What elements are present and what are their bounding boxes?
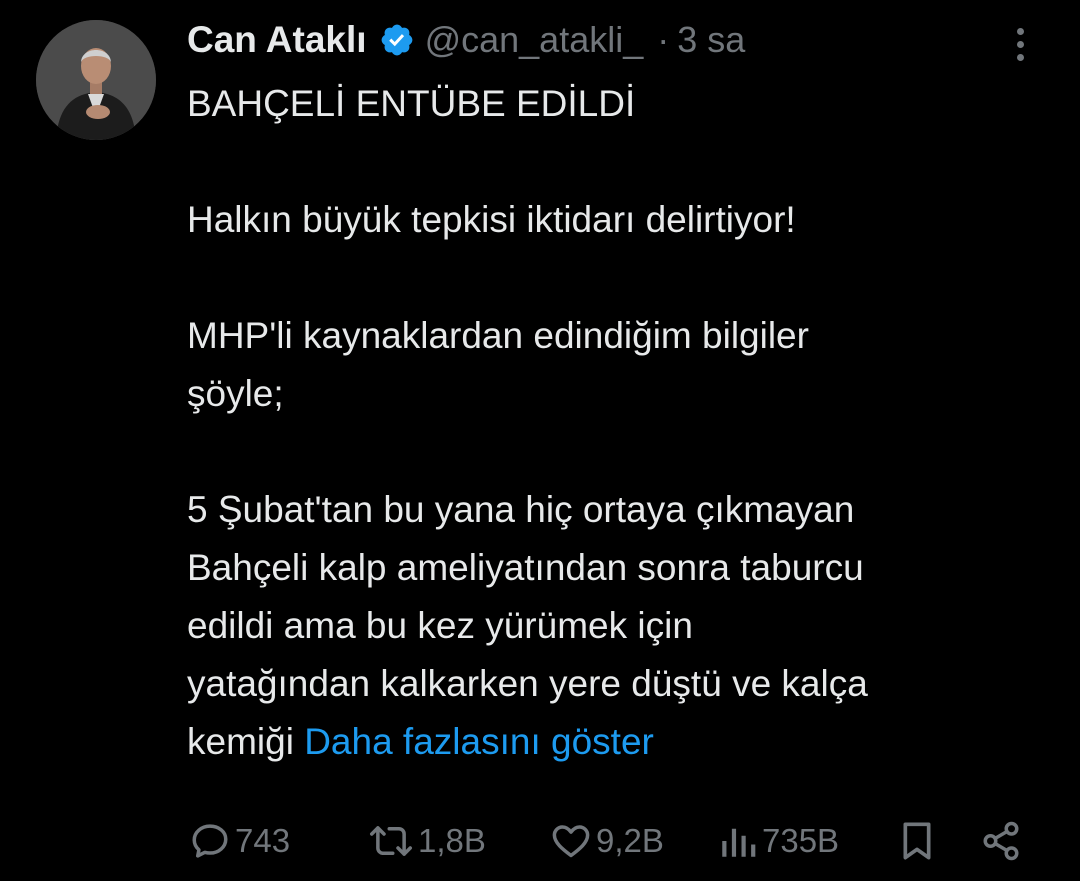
tweet[interactable]: Can Ataklı @can_atakli_ · 3 sa BAHÇELİ E… [0,0,1080,881]
tweet-text-line: edildi ama bu kez yürümek için [187,605,693,646]
separator-dot: · [657,19,670,60]
like-button[interactable]: 9,2B [550,812,664,870]
more-options-icon[interactable] [1004,20,1036,68]
tweet-text-line: yatağından kalkarken yere düştü ve kalça [187,663,868,704]
avatar[interactable] [36,20,156,140]
retweet-icon [370,826,412,856]
tweet-text-line: MHP'li kaynaklardan edindiğim bilgiler [187,315,809,356]
tweet-header: Can Ataklı @can_atakli_ · 3 sa [187,14,745,66]
author-display-name[interactable]: Can Ataklı [187,19,367,61]
reply-count: 743 [235,822,291,859]
tweet-text-line: Bahçeli kalp ameliyatından sonra taburcu [187,547,864,588]
tweet-text-line: şöyle; [187,373,284,414]
retweet-button[interactable]: 1,8B [368,812,486,870]
views-count: 735B [762,822,840,859]
like-icon [552,825,590,858]
retweet-count: 1,8B [418,822,486,859]
action-bar: 743 1,8B 9,2B 735B [0,812,1080,870]
author-handle[interactable]: @can_atakli_ [425,19,644,61]
avatar-photo [36,20,156,140]
tweet-text: BAHÇELİ ENTÜBE EDİLDİ Halkın büyük tepki… [187,75,1067,771]
views-button[interactable]: 735B [718,812,839,870]
views-icon [722,828,756,857]
verified-badge-icon[interactable] [379,22,415,58]
tweet-text-line: 5 Şubat'tan bu yana hiç ortaya çıkmayan [187,489,855,530]
tweet-text-line: BAHÇELİ ENTÜBE EDİLDİ [187,83,636,124]
tweet-text-line: Halkın büyük tepkisi iktidarı delirtiyor… [187,199,796,240]
reply-button[interactable]: 743 [189,812,290,870]
share-button[interactable] [980,812,1022,870]
bookmark-icon [903,822,931,860]
tweet-text-last-line: kemiği Daha fazlasını göster [187,713,1067,771]
tweet-timestamp[interactable]: 3 sa [677,19,745,61]
tweet-text-fragment: kemiği [187,721,294,762]
like-count: 9,2B [596,822,664,859]
show-more-link[interactable]: Daha fazlasını göster [304,721,654,762]
bookmark-button[interactable] [897,812,937,870]
reply-icon [192,824,228,858]
share-icon [983,821,1019,861]
